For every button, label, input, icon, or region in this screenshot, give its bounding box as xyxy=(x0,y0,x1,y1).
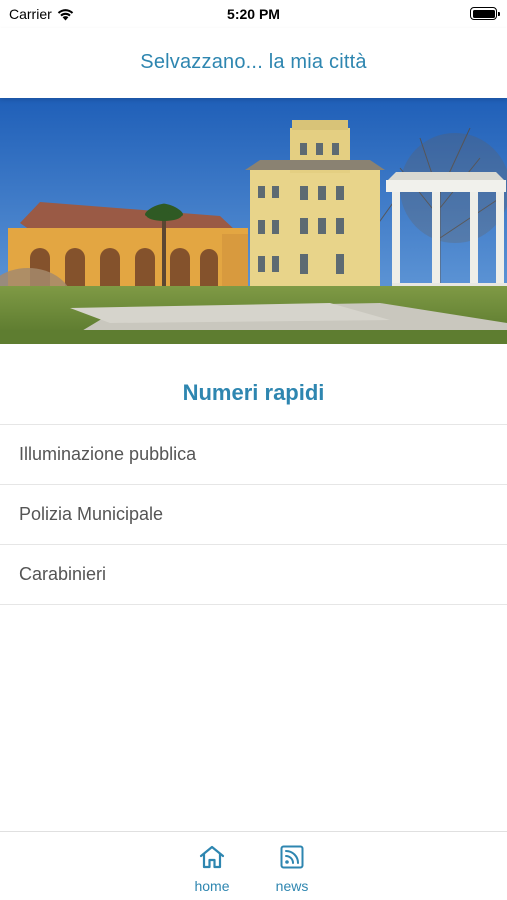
status-bar: Carrier 5:20 PM xyxy=(0,0,507,28)
quick-number-label: Polizia Municipale xyxy=(19,504,164,524)
hero-image xyxy=(0,98,507,344)
battery-icon xyxy=(470,7,500,20)
rss-icon xyxy=(280,845,304,869)
quick-numbers-list: Illuminazione pubblica Polizia Municipal… xyxy=(0,424,507,605)
quick-number-label: Illuminazione pubblica xyxy=(19,444,197,464)
quick-number-item[interactable]: Illuminazione pubblica xyxy=(0,425,507,485)
tab-news-label: news xyxy=(275,878,309,894)
section-title: Numeri rapidi xyxy=(182,380,325,405)
app-title: Selvazzano... la mia città xyxy=(140,51,367,73)
quick-number-label: Carabinieri xyxy=(19,564,107,584)
navigation-header: Selvazzano... la mia città xyxy=(0,28,507,98)
tab-news[interactable]: news xyxy=(262,844,322,894)
quick-number-item[interactable]: Polizia Municipale xyxy=(0,485,507,545)
home-icon xyxy=(199,845,225,869)
tab-home-label: home xyxy=(194,878,230,894)
tab-bar: home news xyxy=(0,831,507,900)
quick-number-item[interactable]: Carabinieri xyxy=(0,545,507,605)
tab-home[interactable]: home xyxy=(182,844,242,894)
status-time: 5:20 PM xyxy=(227,6,280,22)
